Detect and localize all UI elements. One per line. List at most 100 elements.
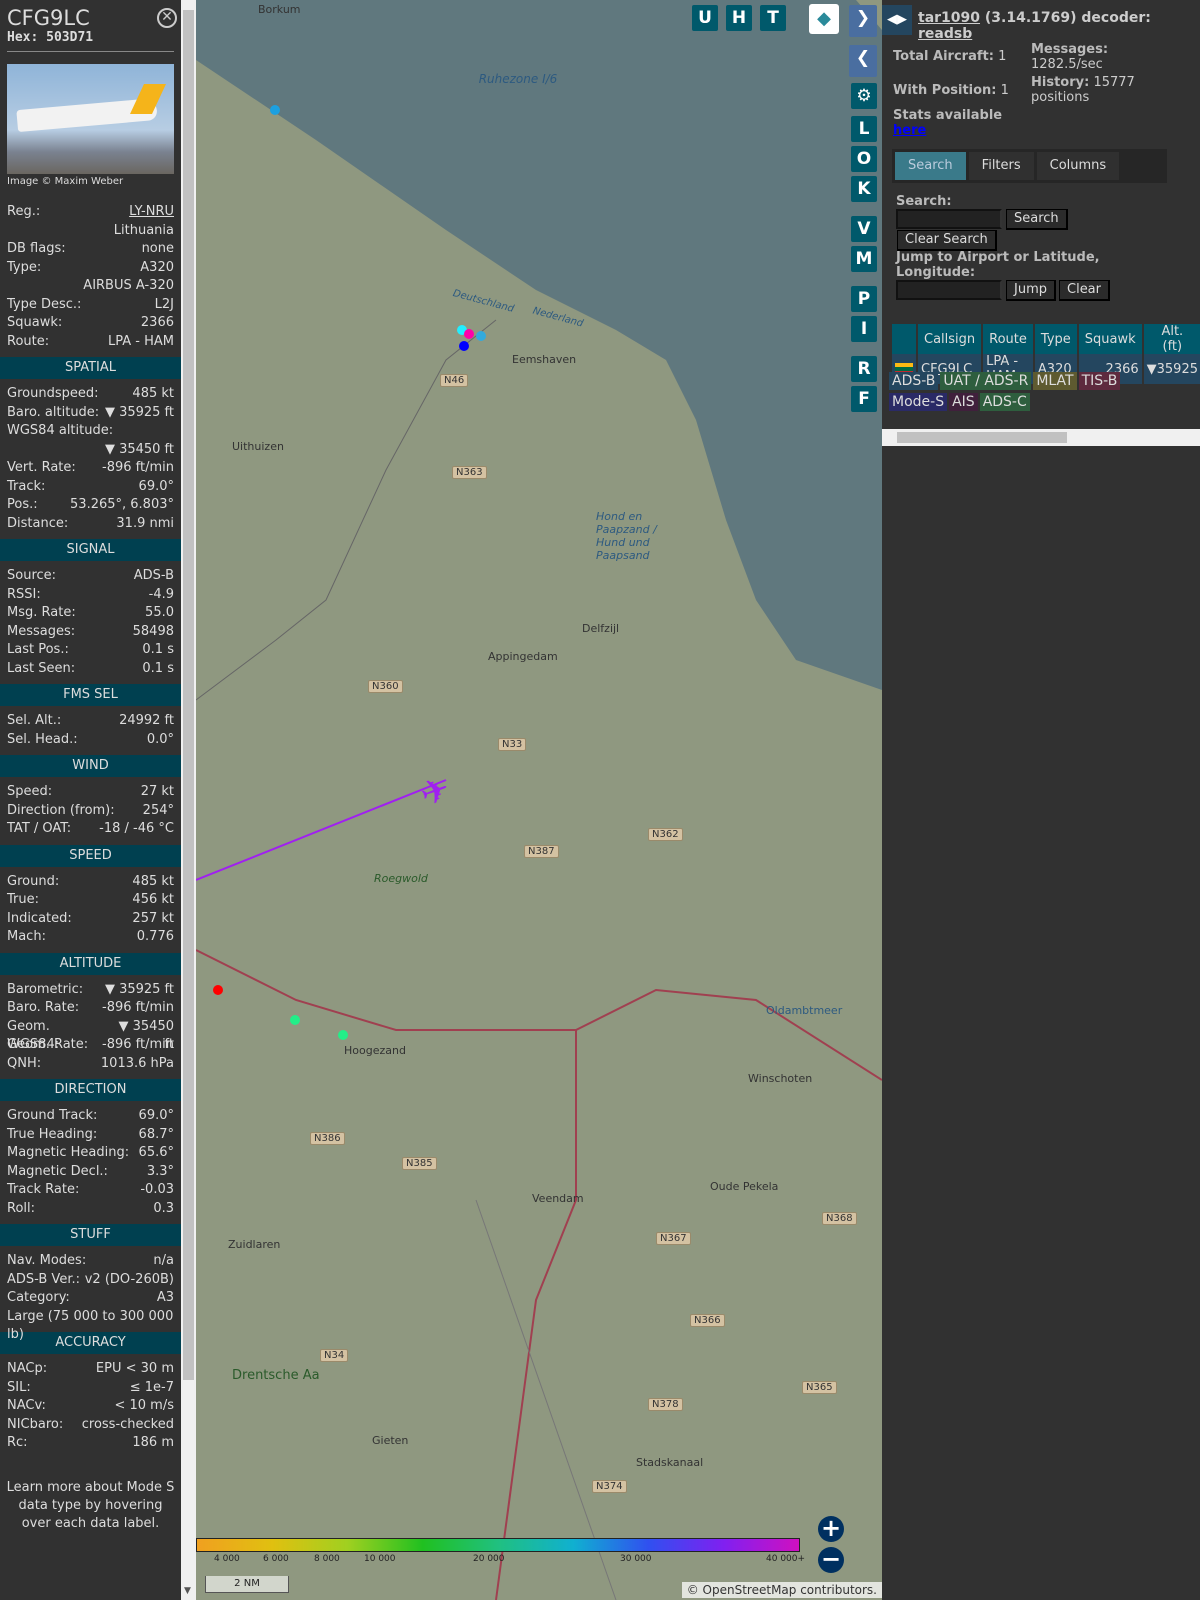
row-value: ▼ 35925 ft bbox=[104, 981, 174, 997]
clear-button[interactable]: Clear bbox=[1059, 280, 1110, 301]
info-row: Roll: 0.3 bbox=[0, 1200, 181, 1219]
row-label: Nav. Modes: bbox=[7, 1253, 87, 1268]
info-row: ▼ 35450 ft bbox=[0, 441, 181, 460]
section-header-spatial: SPATIAL bbox=[0, 357, 181, 379]
zoom-out-button[interactable]: − bbox=[818, 1547, 844, 1573]
road-label: N360 bbox=[368, 680, 403, 693]
row-value: Lithuania bbox=[113, 222, 174, 238]
row-label: Type: bbox=[7, 259, 42, 275]
map-button-i[interactable]: I bbox=[851, 316, 877, 342]
info-row: Vert. Rate: -896 ft/min bbox=[0, 459, 181, 478]
search-input[interactable] bbox=[896, 209, 1002, 229]
decoder-link[interactable]: readsb bbox=[918, 26, 972, 42]
info-row: Ground: 485 kt bbox=[0, 873, 181, 892]
map-button-k[interactable]: K bbox=[851, 176, 877, 202]
search-label: Search: bbox=[896, 194, 952, 209]
map-button-v[interactable]: V bbox=[851, 216, 877, 242]
section-header-altitude: ALTITUDE bbox=[0, 952, 181, 975]
road-label: N365 bbox=[802, 1381, 837, 1394]
row-label: Geom. Rate: bbox=[7, 1037, 89, 1052]
map-button-o[interactable]: O bbox=[851, 146, 877, 172]
map-button-u[interactable]: U bbox=[692, 5, 718, 31]
info-row: Baro. Rate: -896 ft/min bbox=[0, 999, 181, 1018]
water-area bbox=[196, 0, 882, 690]
map[interactable]: ✈ Borkum Ruhezone I/6 Uithuizen Eemshave… bbox=[196, 0, 882, 1600]
source-ads-b: ADS-B bbox=[889, 372, 939, 390]
stats-link[interactable]: here bbox=[893, 123, 926, 138]
table-scrollbar[interactable] bbox=[882, 429, 1200, 446]
place-label: Eemshaven bbox=[512, 353, 577, 366]
tab-filters[interactable]: Filters bbox=[968, 152, 1034, 180]
row-value: v2 (DO-260B) bbox=[84, 1271, 174, 1287]
jump-input[interactable] bbox=[896, 280, 1002, 300]
row-value: ≤ 1e-7 bbox=[129, 1379, 174, 1395]
panel-scrollbar[interactable]: ▼ bbox=[181, 0, 196, 1600]
map-button-f[interactable]: F bbox=[851, 386, 877, 412]
column-header[interactable]: Alt. (ft) bbox=[1143, 324, 1200, 354]
jump-label: Jump to Airport or Latitude, Longitude: bbox=[896, 250, 1100, 280]
zoom-in-button[interactable]: + bbox=[818, 1516, 844, 1542]
legend-tick-label: 10 000 bbox=[364, 1554, 396, 1564]
row-value: 186 m bbox=[132, 1435, 174, 1450]
info-row: Nav. Modes: n/a bbox=[0, 1252, 181, 1271]
close-icon[interactable]: ✕ bbox=[157, 8, 177, 28]
place-label: Hond en Paapzand / Hund und Paapsand bbox=[596, 510, 657, 562]
row-value: 0.3 bbox=[153, 1200, 174, 1216]
row-value: -0.03 bbox=[140, 1182, 174, 1197]
legend-tick-label: 4 000 bbox=[214, 1554, 240, 1564]
collapse-left-button[interactable]: ❮ bbox=[849, 45, 877, 77]
row-value: 3.3° bbox=[146, 1163, 174, 1179]
source-ads-c: ADS-C bbox=[979, 393, 1030, 411]
map-button-r[interactable]: R bbox=[851, 356, 877, 382]
column-header[interactable]: Route bbox=[983, 324, 1033, 354]
row-label: Route: bbox=[7, 333, 50, 349]
search-button[interactable]: Search bbox=[1006, 209, 1068, 230]
toggle-sidebar-button[interactable]: ◀▶ bbox=[882, 5, 912, 35]
image-credit: Image © Maxim Weber bbox=[7, 176, 124, 187]
column-header[interactable] bbox=[892, 324, 916, 354]
row-value: none bbox=[141, 241, 174, 256]
map-button-m[interactable]: M bbox=[851, 246, 877, 272]
row-label: Category: bbox=[7, 1290, 70, 1305]
place-label: Roegwold bbox=[374, 872, 428, 885]
settings-gear-icon[interactable]: ⚙ bbox=[851, 83, 877, 109]
map-button-t[interactable]: T bbox=[760, 5, 786, 31]
attribution[interactable]: © OpenStreetMap contributors. bbox=[681, 1582, 882, 1598]
row-value: 2366 bbox=[140, 315, 174, 330]
place-label: Oude Pekela bbox=[710, 1180, 779, 1193]
place-label: Borkum bbox=[258, 3, 301, 16]
aircraft-info-panel: CFG9LC Hex: 503D71 ✕ Image © Maxim Weber… bbox=[0, 0, 181, 1600]
row-value: -18 / -46 °C bbox=[99, 821, 174, 836]
column-header[interactable]: Type bbox=[1034, 324, 1077, 354]
info-row: Lithuania bbox=[0, 222, 181, 241]
row-value: 24992 ft bbox=[119, 713, 174, 728]
tab-columns[interactable]: Columns bbox=[1036, 152, 1120, 180]
road-label: N33 bbox=[498, 738, 527, 751]
row-value: -4.9 bbox=[148, 586, 174, 602]
jump-button[interactable]: Jump bbox=[1006, 280, 1056, 301]
row-label: Distance: bbox=[7, 515, 69, 531]
info-row: Source: ADS-B bbox=[0, 567, 181, 586]
map-button-p[interactable]: P bbox=[851, 286, 877, 312]
map-button-l[interactable]: L bbox=[851, 116, 877, 142]
row-label: Large (75 000 to 300 000 lb) bbox=[7, 1308, 174, 1343]
map-button-h[interactable]: H bbox=[726, 5, 752, 31]
row-value: 27 kt bbox=[140, 784, 174, 799]
tab-search[interactable]: Search bbox=[895, 152, 966, 180]
row-label: Ground Track: bbox=[7, 1108, 98, 1123]
source-mode-s: Mode-S bbox=[889, 393, 948, 411]
clear-search-button[interactable]: Clear Search bbox=[897, 230, 997, 251]
row-label: ADS-B Ver.: bbox=[7, 1271, 80, 1287]
layers-button[interactable]: ◆ bbox=[809, 4, 839, 34]
column-header[interactable]: Squawk bbox=[1078, 324, 1142, 354]
place-label: Appingedam bbox=[488, 650, 558, 663]
column-header[interactable]: Callsign bbox=[918, 324, 982, 354]
row-label: NICbaro: bbox=[7, 1416, 64, 1432]
tar1090-link[interactable]: tar1090 bbox=[918, 10, 980, 26]
row-value: ADS-B bbox=[133, 568, 174, 583]
row-label: Mach: bbox=[7, 929, 46, 944]
row-label: Direction (from): bbox=[7, 802, 115, 818]
aircraft-photo[interactable] bbox=[7, 64, 174, 174]
info-row: Direction (from): 254° bbox=[0, 802, 181, 821]
expand-right-button[interactable]: ❯ bbox=[849, 5, 877, 37]
